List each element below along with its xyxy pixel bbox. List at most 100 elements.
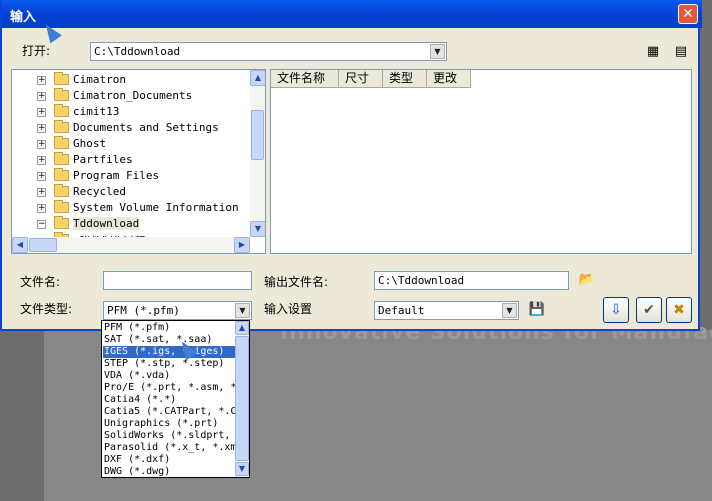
column-header-type[interactable]: 类型	[383, 70, 427, 88]
tree-item[interactable]: + Documents and Settings	[12, 120, 252, 136]
scroll-down-icon[interactable]: ▼	[235, 462, 249, 476]
chevron-down-icon[interactable]: ▼	[235, 303, 250, 318]
tree-scroll-thumb[interactable]	[251, 110, 264, 160]
tree-item-label: Ghost	[73, 137, 107, 150]
import-button[interactable]: ⇩	[603, 297, 629, 323]
file-type-value: PFM (*.pfm)	[107, 304, 180, 317]
file-type-label: 文件类型:	[20, 302, 73, 316]
checkmark-icon: ✔	[643, 302, 655, 318]
scroll-up-icon[interactable]: ▲	[250, 70, 265, 86]
file-type-option[interactable]: Parasolid (*.x_t, *.xm	[103, 442, 235, 454]
expand-icon[interactable]: +	[37, 188, 46, 197]
save-icon[interactable]: 💾	[528, 301, 546, 319]
expand-icon[interactable]: +	[37, 76, 46, 85]
path-combo[interactable]: C:\Tddownload ▼	[90, 42, 447, 61]
tree-item[interactable]: + System Volume Information	[12, 200, 252, 216]
tree-item[interactable]: + Cimatron	[12, 72, 252, 88]
properties-icon[interactable]: ▦	[644, 43, 662, 61]
file-type-option[interactable]: Catia5 (*.CATPart, *.C	[103, 406, 235, 418]
tree-item[interactable]: + Recycled	[12, 184, 252, 200]
column-header-modified[interactable]: 更改	[427, 70, 471, 88]
tree-item-label: Program Files	[73, 169, 160, 182]
title-bar[interactable]: 输入 ✕	[2, 0, 702, 28]
folder-icon	[54, 216, 69, 229]
import-dialog: 输入 ✕ 打开: C:\Tddownload ▼ ▦ ▤ + Cimatron + C…	[0, 0, 702, 331]
tree-item[interactable]: + Cimatron_Documents	[12, 88, 252, 104]
file-type-option[interactable]: SolidWorks (*.sldprt,	[103, 430, 235, 442]
tree-item[interactable]: + Program Files	[12, 168, 252, 184]
ok-button[interactable]: ✔	[636, 297, 662, 323]
tree-item-label: Recycled	[73, 185, 126, 198]
tree-item[interactable]: + cimit13	[12, 104, 252, 120]
file-type-option[interactable]: Catia4 (*.*)	[103, 394, 235, 406]
tree-item[interactable]: − Tddownload	[12, 216, 252, 232]
input-setting-combo[interactable]: Default ▼	[374, 301, 519, 320]
folder-icon	[54, 72, 69, 85]
path-value: C:\Tddownload	[94, 45, 181, 58]
column-header-size[interactable]: 尺寸	[339, 70, 383, 88]
tree-horizontal-scrollbar[interactable]: ◀ ▶	[12, 237, 250, 253]
expand-icon[interactable]: +	[37, 156, 46, 165]
cancel-button[interactable]: ✖	[666, 297, 692, 323]
output-name-value: C:\Tddownload	[378, 274, 465, 287]
scroll-down-icon[interactable]: ▼	[250, 221, 265, 237]
column-header-name[interactable]: 文件名称	[271, 70, 339, 88]
file-type-option[interactable]: VDA (*.vda)	[103, 370, 235, 382]
tree-item[interactable]: + Ghost	[12, 136, 252, 152]
tree-item-label: System Volume Information	[73, 201, 239, 214]
expand-icon[interactable]: +	[37, 108, 46, 117]
folder-icon	[54, 104, 69, 117]
scroll-right-icon[interactable]: ▶	[234, 237, 250, 253]
details-icon[interactable]: ▤	[672, 43, 690, 61]
tree-hscroll-thumb[interactable]	[29, 238, 57, 252]
file-name-label: 文件名:	[20, 275, 61, 289]
tree-item-label: Partfiles	[73, 153, 133, 166]
window-title: 输入	[10, 10, 37, 25]
output-name-input[interactable]: C:\Tddownload	[374, 271, 569, 290]
chevron-down-icon[interactable]: ▼	[430, 44, 445, 59]
tree-vertical-scrollbar[interactable]: ▲ ▼	[250, 70, 265, 237]
scroll-left-icon[interactable]: ◀	[12, 237, 28, 253]
file-list[interactable]: 文件名称 尺寸 类型 更改	[270, 69, 692, 254]
dropdown-scrollbar[interactable]: ▲ ▼	[235, 321, 249, 477]
tree-item[interactable]: + Partfiles	[12, 152, 252, 168]
expand-icon[interactable]: +	[37, 140, 46, 149]
chevron-down-icon[interactable]: ▼	[502, 303, 517, 318]
close-icon: ✕	[682, 6, 694, 22]
file-name-input[interactable]	[103, 271, 252, 290]
folder-icon	[54, 184, 69, 197]
tree-item-label: cimit13	[73, 105, 120, 118]
tree-item-label: Cimatron_Documents	[73, 89, 193, 102]
scroll-up-icon[interactable]: ▲	[235, 321, 249, 335]
folder-icon	[54, 168, 69, 181]
collapse-icon[interactable]: −	[37, 220, 46, 229]
import-icon: ⇩	[610, 302, 622, 318]
input-setting-label: 输入设置	[264, 302, 313, 316]
close-button[interactable]: ✕	[678, 4, 698, 24]
expand-icon[interactable]: +	[37, 92, 46, 101]
expand-icon[interactable]: +	[37, 124, 46, 133]
expand-icon[interactable]: +	[37, 204, 46, 213]
output-name-label: 输出文件名:	[264, 275, 329, 289]
file-type-option[interactable]: IGES (*.igs, *.iges)	[103, 346, 235, 358]
folder-icon	[54, 136, 69, 149]
expand-icon[interactable]: +	[37, 172, 46, 181]
folder-icon	[54, 152, 69, 165]
file-type-option[interactable]: Pro/E (*.prt, *.asm, *	[103, 382, 235, 394]
input-setting-value: Default	[378, 304, 425, 317]
open-folder-icon[interactable]: 📂	[578, 271, 596, 289]
file-type-dropdown-list[interactable]: PFM (*.pfm) SAT (*.sat, *.saa) IGES (*.igs…	[101, 320, 250, 478]
folder-icon	[54, 88, 69, 101]
dropdown-scroll-thumb[interactable]	[235, 336, 249, 461]
file-type-option[interactable]: SAT (*.sat, *.saa)	[103, 334, 235, 346]
file-type-option[interactable]: PFM (*.pfm)	[103, 322, 235, 334]
file-type-option[interactable]: STEP (*.stp, *.step)	[103, 358, 235, 370]
folder-icon	[54, 120, 69, 133]
file-type-option[interactable]: DWG (*.dwg)	[103, 466, 235, 478]
tree-item-label: Tddownload	[73, 217, 140, 230]
file-type-combo[interactable]: PFM (*.pfm) ▼	[103, 301, 252, 320]
file-type-option[interactable]: Unigraphics (*.prt)	[103, 418, 235, 430]
file-type-option[interactable]: DXF (*.dxf)	[103, 454, 235, 466]
tree-item-label: Cimatron	[73, 73, 126, 86]
folder-tree[interactable]: + Cimatron + Cimatron_Documents + cimit13 + Doc…	[11, 69, 266, 254]
